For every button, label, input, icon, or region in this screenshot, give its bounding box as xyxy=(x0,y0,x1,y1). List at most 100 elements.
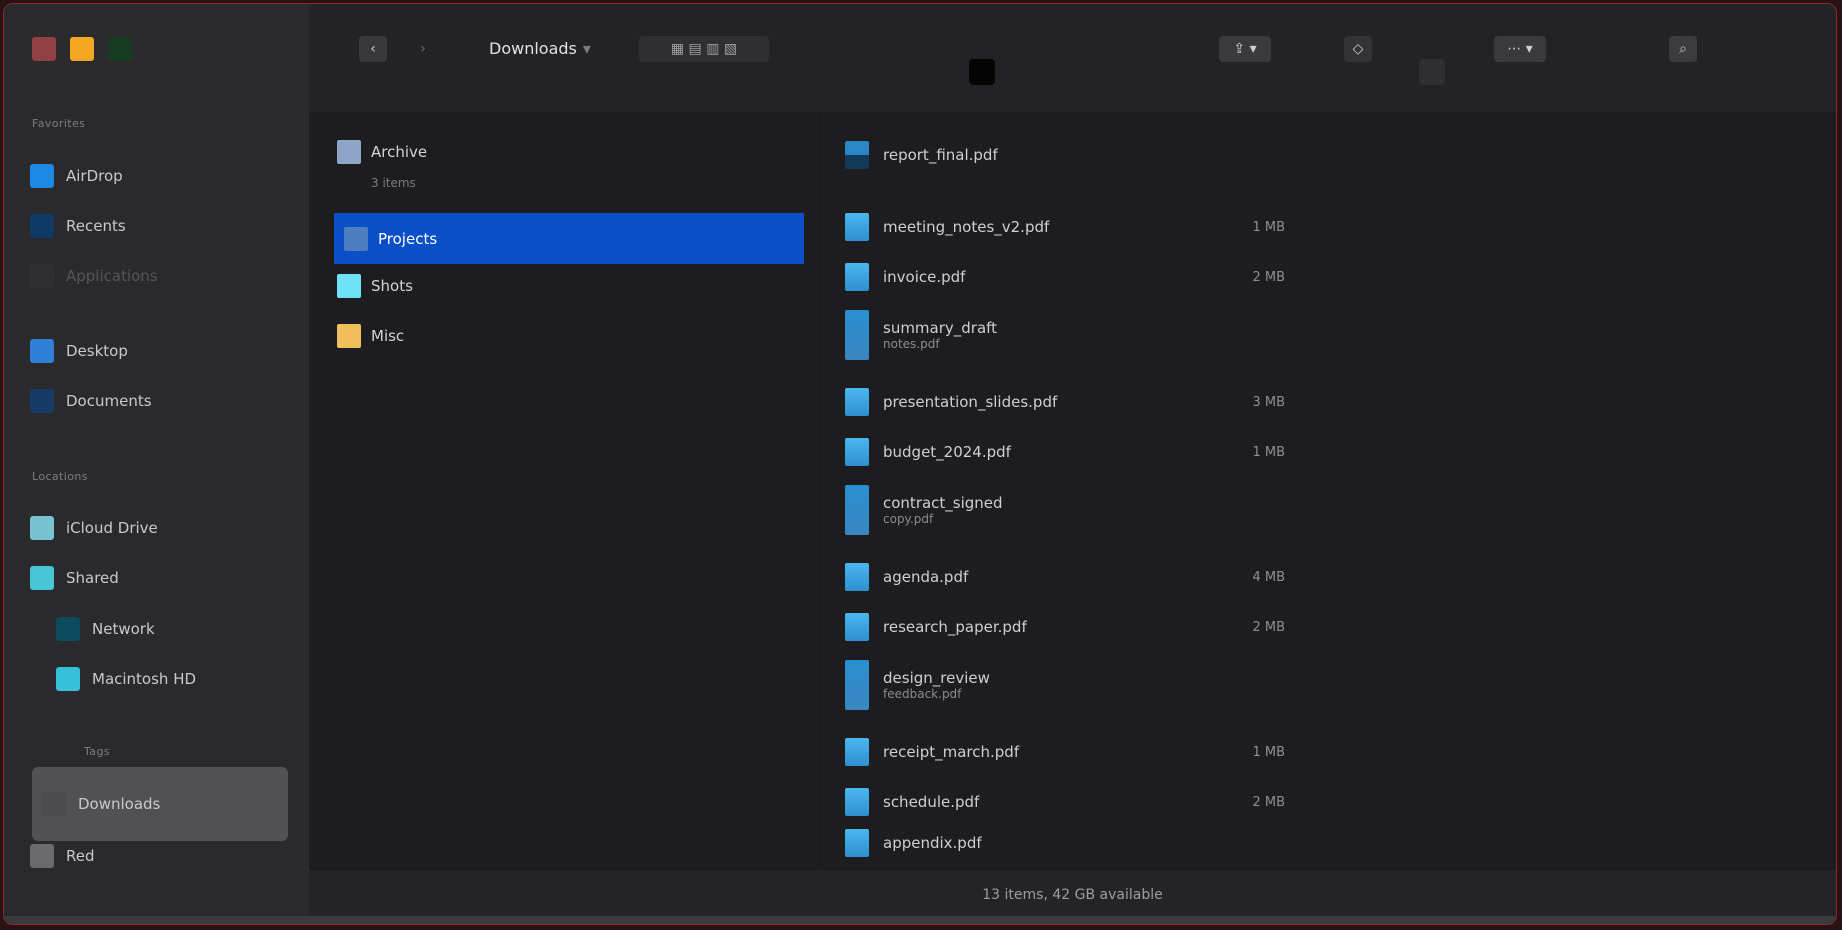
sidebar-item-icloud[interactable]: iCloud Drive xyxy=(30,514,290,542)
back-button[interactable]: ‹ xyxy=(359,36,387,62)
sidebar-item-label: Red xyxy=(66,847,95,865)
sidebar-item-network[interactable]: Network xyxy=(56,615,290,643)
ellipsis-icon: ⋯ ▾ xyxy=(1507,41,1533,57)
pdf-file-icon xyxy=(845,263,869,291)
download-icon xyxy=(42,792,66,816)
search-button[interactable]: ⌕ xyxy=(1669,36,1697,62)
file-size: 4 MB xyxy=(1252,569,1285,585)
sidebar-item-downloads[interactable]: Downloads xyxy=(32,767,288,841)
sidebar-item-airdrop[interactable]: AirDrop xyxy=(30,162,290,190)
file-size: 3 MB xyxy=(1252,394,1285,410)
browser-column-1: Archive 3 items Projects Shots Misc xyxy=(309,112,819,869)
pdf-file-icon xyxy=(845,563,869,591)
file-row[interactable]: meeting_notes_v2.pdf 1 MB xyxy=(845,202,1285,252)
sidebar-item-label: iCloud Drive xyxy=(66,519,158,537)
file-size: 1 MB xyxy=(1252,744,1285,760)
file-row[interactable]: summary_draft notes.pdf xyxy=(845,307,1285,363)
sidebar-item-label: Downloads xyxy=(78,795,161,813)
cloud-icon xyxy=(30,516,54,540)
file-row[interactable]: research_paper.pdf 2 MB xyxy=(845,602,1285,652)
file-name: schedule.pdf xyxy=(883,793,980,811)
apps-icon xyxy=(30,264,54,288)
file-name: contract_signed copy.pdf xyxy=(883,494,1231,526)
chevron-right-icon: › xyxy=(420,41,426,57)
desktop-icon xyxy=(30,339,54,363)
file-row[interactable]: invoice.pdf 2 MB xyxy=(845,252,1285,302)
more-actions-button[interactable]: ⋯ ▾ xyxy=(1494,36,1546,62)
pdf-file-icon xyxy=(845,738,869,766)
group-button[interactable] xyxy=(969,59,995,85)
action-button[interactable] xyxy=(1419,59,1445,85)
sidebar-item-label: Macintosh HD xyxy=(92,670,197,688)
list-item[interactable]: Archive xyxy=(337,130,797,174)
sidebar-item-label: Network xyxy=(92,620,155,638)
document-icon xyxy=(30,389,54,413)
file-row[interactable]: budget_2024.pdf 1 MB xyxy=(845,427,1285,477)
sidebar-item-label: Shared xyxy=(66,569,119,587)
item-subtitle: 3 items xyxy=(371,176,416,190)
browser-column-2: report_final.pdf meeting_notes_v2.pdf 1 … xyxy=(819,112,1300,869)
forward-button[interactable]: › xyxy=(409,36,437,62)
tag-icon xyxy=(30,844,54,868)
file-row[interactable]: report_final.pdf xyxy=(845,130,1285,180)
sidebar-item-recents[interactable]: Recents xyxy=(30,212,290,240)
browser-column-3 xyxy=(1299,112,1836,869)
search-icon: ⌕ xyxy=(1679,41,1687,57)
pdf-file-icon xyxy=(845,141,869,169)
file-size: 1 MB xyxy=(1252,444,1285,460)
file-row[interactable]: receipt_march.pdf 1 MB xyxy=(845,727,1285,777)
file-name: receipt_march.pdf xyxy=(883,743,1020,761)
file-size: 1 MB xyxy=(1252,219,1285,235)
file-row[interactable]: schedule.pdf 2 MB xyxy=(845,777,1285,827)
file-row[interactable]: appendix.pdf xyxy=(845,828,1285,858)
chevron-left-icon: ‹ xyxy=(370,41,376,57)
sidebar-item-label: Desktop xyxy=(66,342,128,360)
file-name-line2: copy.pdf xyxy=(883,512,934,526)
pdf-file-icon xyxy=(845,310,869,360)
file-name: invoice.pdf xyxy=(883,268,966,286)
file-row[interactable]: presentation_slides.pdf 3 MB xyxy=(845,377,1285,427)
title-chevron-icon[interactable]: ▾ xyxy=(583,39,591,58)
sidebar-item-label: Applications xyxy=(66,267,158,285)
close-window-button[interactable] xyxy=(32,37,56,61)
pdf-file-icon xyxy=(845,213,869,241)
sidebar-item-desktop[interactable]: Desktop xyxy=(30,337,290,365)
tag-button[interactable]: ◇ xyxy=(1344,36,1372,62)
file-name: meeting_notes_v2.pdf xyxy=(883,218,1050,236)
sidebar-item-applications[interactable]: Applications xyxy=(30,262,290,290)
file-row[interactable]: contract_signed copy.pdf xyxy=(845,482,1285,538)
file-size: 2 MB xyxy=(1252,794,1285,810)
view-mode-control[interactable]: ▦ ▤ ▥ ▧ xyxy=(639,36,769,62)
pdf-file-icon xyxy=(845,788,869,816)
share-icon: ⇪ ▾ xyxy=(1233,41,1257,57)
sidebar: Favorites AirDrop Recents Applications D… xyxy=(4,4,309,924)
disk-icon xyxy=(56,667,80,691)
pdf-file-icon xyxy=(845,438,869,466)
status-bar: 13 items, 42 GB available xyxy=(309,869,1836,920)
pdf-file-icon xyxy=(845,388,869,416)
item-label: Misc xyxy=(371,327,405,345)
zoom-window-button[interactable] xyxy=(108,37,132,61)
sidebar-item-shared[interactable]: Shared xyxy=(30,564,290,592)
list-item[interactable]: Shots xyxy=(337,264,797,308)
sidebar-item-documents[interactable]: Documents xyxy=(30,387,290,415)
status-text: 13 items, 42 GB available xyxy=(982,887,1163,903)
sidebar-item-label: Documents xyxy=(66,392,152,410)
pdf-file-icon xyxy=(845,485,869,535)
sidebar-item-macintosh-hd[interactable]: Macintosh HD xyxy=(56,665,290,693)
sidebar-item-red[interactable]: Red xyxy=(30,842,290,870)
file-name-line1: summary_draft xyxy=(883,319,998,337)
horizontal-scrollbar[interactable] xyxy=(4,916,1836,924)
tag-icon: ◇ xyxy=(1352,41,1364,57)
list-item-selected[interactable]: Projects xyxy=(334,213,804,264)
file-name: report_final.pdf xyxy=(883,146,998,164)
file-row[interactable]: agenda.pdf 4 MB xyxy=(845,552,1285,602)
sidebar-header-locations: Locations xyxy=(32,470,88,483)
minimize-window-button[interactable] xyxy=(70,37,94,61)
file-row[interactable]: design_review feedback.pdf xyxy=(845,657,1285,713)
share-button[interactable]: ⇪ ▾ xyxy=(1219,36,1271,62)
list-item[interactable]: Misc xyxy=(337,314,797,358)
folder-icon xyxy=(337,140,361,164)
item-label: Projects xyxy=(378,229,438,248)
pdf-file-icon xyxy=(845,660,869,710)
